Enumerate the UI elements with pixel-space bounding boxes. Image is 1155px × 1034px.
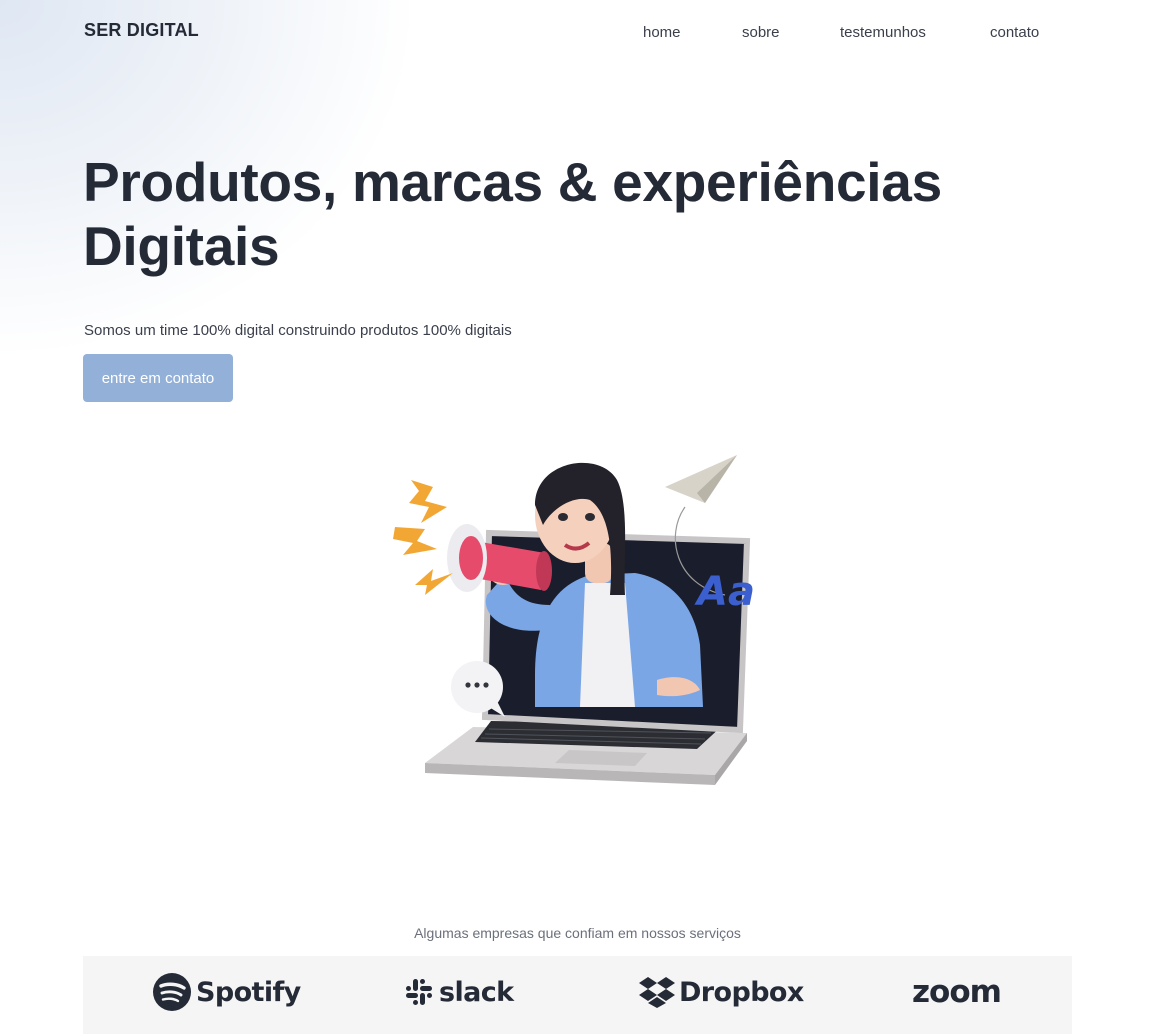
- nav-link-testemunhos[interactable]: testemunhos: [840, 24, 926, 41]
- nav-link-contato[interactable]: contato: [990, 24, 1039, 41]
- nav-link-home[interactable]: home: [643, 24, 681, 41]
- slack-icon: [406, 979, 432, 1005]
- hero-illustration: Aa: [393, 455, 755, 785]
- partner-logo-slack: slack: [405, 970, 514, 1014]
- partner-logo-zoom: zoom: [912, 970, 1002, 1014]
- slack-wordmark: slack: [439, 976, 514, 1008]
- spotify-icon: [153, 973, 191, 1011]
- zoom-wordmark: zoom: [912, 974, 1002, 1010]
- contact-cta-button[interactable]: entre em contato: [83, 354, 233, 402]
- dropbox-icon: [639, 977, 675, 1008]
- partner-logo-dropbox: Dropbox: [639, 970, 804, 1014]
- hero-headline-line1: Produtos, marcas & experiências: [83, 151, 942, 213]
- hero-headline: Produtos, marcas & experiências Digitais: [83, 150, 1083, 278]
- partners-caption: Algumas empresas que confiam em nossos s…: [414, 925, 741, 941]
- main-nav: home sobre testemunhos contato: [0, 24, 1155, 44]
- partners-logo-strip: Spotify slack Dropbox zoom: [83, 956, 1072, 1034]
- dropbox-wordmark: Dropbox: [679, 976, 804, 1008]
- partner-logo-spotify: Spotify: [152, 970, 301, 1014]
- hero-headline-line2: Digitais: [83, 215, 280, 277]
- hero-subtitle: Somos um time 100% digital construindo p…: [84, 322, 512, 339]
- nav-link-sobre[interactable]: sobre: [742, 24, 780, 41]
- spotify-wordmark: Spotify: [196, 976, 301, 1008]
- illustration-aa-text: Aa: [694, 569, 755, 615]
